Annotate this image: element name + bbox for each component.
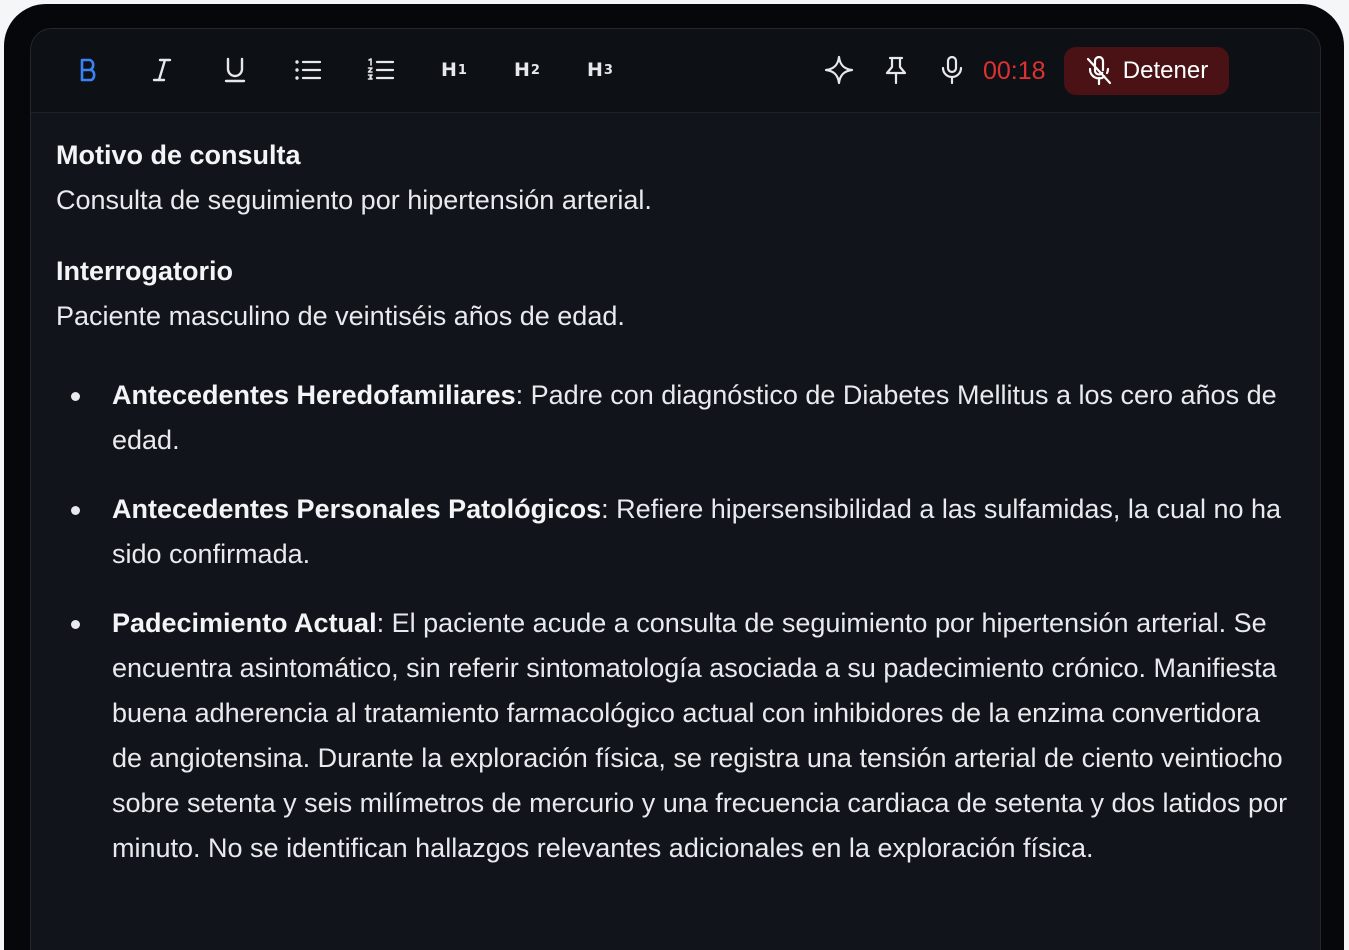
item-label: Antecedentes Heredofamiliares (112, 380, 516, 410)
heading-2-label: H (514, 59, 530, 81)
list-item: Antecedentes Heredofamiliares: Padre con… (56, 373, 1296, 463)
note-editor: H1 H2 H3 00:18 Detener Motivo de consult… (30, 28, 1321, 950)
ai-sparkle-button[interactable] (819, 50, 859, 90)
item-label: Antecedentes Personales Patológicos (112, 494, 602, 524)
stop-recording-button[interactable]: Detener (1064, 47, 1229, 95)
section-title-motivo: Motivo de consulta (56, 140, 301, 170)
sparkle-icon (824, 55, 854, 85)
italic-icon (152, 58, 172, 82)
item-label: Padecimiento Actual (112, 608, 377, 638)
heading-2-sub: 2 (530, 62, 540, 78)
ordered-list-button[interactable] (361, 50, 401, 90)
italic-button[interactable] (142, 50, 182, 90)
heading-1-label: H (441, 59, 457, 81)
bullet-dot (71, 620, 80, 629)
recording-timer: 00:18 (983, 57, 1046, 85)
device-frame: H1 H2 H3 00:18 Detener Motivo de consult… (4, 4, 1344, 950)
heading-1-sub: 1 (457, 62, 467, 78)
bold-icon (80, 58, 96, 82)
bold-button[interactable] (69, 50, 109, 90)
bullet-list-icon (295, 60, 322, 80)
underline-icon (224, 57, 246, 83)
note-content[interactable]: Motivo de consulta Consulta de seguimien… (56, 133, 1296, 871)
section-body-interrogatorio: Paciente masculino de veintiséis años de… (56, 301, 625, 331)
section-title-interrogatorio: Interrogatorio (56, 256, 234, 286)
section-body-motivo: Consulta de seguimiento por hipertensión… (56, 185, 652, 215)
heading-3-button[interactable]: H3 (580, 50, 620, 90)
heading-1-button[interactable]: H1 (434, 50, 474, 90)
ordered-list-icon (367, 58, 395, 80)
list-item: Antecedentes Personales Patológicos: Ref… (56, 487, 1296, 577)
stop-recording-label: Detener (1122, 57, 1209, 84)
mic-off-icon (1086, 56, 1111, 86)
heading-2-button[interactable]: H2 (507, 50, 547, 90)
list-item: Padecimiento Actual: El paciente acude a… (56, 601, 1296, 871)
bullet-dot (71, 392, 80, 401)
bullet-dot (71, 506, 80, 515)
bullet-list-button[interactable] (288, 50, 328, 90)
pin-icon (885, 56, 907, 85)
heading-3-sub: 3 (603, 62, 613, 78)
microphone-button[interactable] (932, 50, 972, 90)
microphone-icon (941, 55, 963, 85)
pin-button[interactable] (876, 50, 916, 90)
item-text: : El paciente acude a consulta de seguim… (112, 608, 1288, 863)
history-list: Antecedentes Heredofamiliares: Padre con… (56, 373, 1296, 871)
heading-3-label: H (587, 59, 603, 81)
editor-toolbar: H1 H2 H3 00:18 Detener (31, 29, 1320, 113)
underline-button[interactable] (215, 50, 255, 90)
